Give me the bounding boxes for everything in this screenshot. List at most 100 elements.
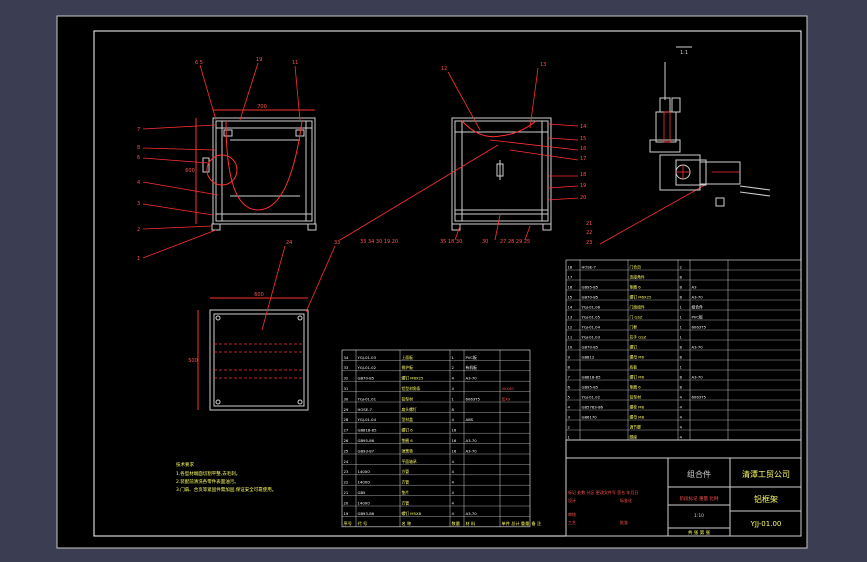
bom-cell: 门 GSZ xyxy=(630,314,643,319)
outer-sheet-frame xyxy=(56,15,808,549)
callout-21: 21 xyxy=(586,221,592,227)
bom-cell: GB70-85 xyxy=(582,344,599,349)
callout-4: 4 xyxy=(137,180,140,186)
title-block-standard: 标准化 xyxy=(620,497,632,503)
bom-cell: 门扇组件 xyxy=(630,304,645,309)
bom-cell: 螺钉 M6X25 xyxy=(402,376,425,381)
bom-cell: 33 xyxy=(344,365,349,370)
bom-cell: A3-70 xyxy=(692,344,704,349)
front-width-dim-text: 700 xyxy=(257,104,267,110)
bom-cell: 140X0 xyxy=(358,480,371,485)
bom-cell: 140X0 xyxy=(358,469,371,474)
bom-cell: 方管 xyxy=(402,500,410,505)
bom-cell: 6063T5 xyxy=(466,396,481,401)
bom-cell: 32 xyxy=(344,376,349,381)
bom-cell: YGJ-01.01 xyxy=(358,396,377,401)
bom-cell: A3-70 xyxy=(466,511,478,516)
callout-23: 23 xyxy=(586,240,592,246)
title-block-stage-label: 阶段标记 重量 比例 xyxy=(680,495,719,502)
notes-title: 技术要求 xyxy=(176,461,194,468)
title-block-mark-row: 标记 处数 分区 更改文件号 签名 年月日 xyxy=(568,489,638,495)
bom-cell: 30 xyxy=(344,396,349,401)
bom-cell: 组合件 xyxy=(692,304,704,309)
callout-33-34-30-19-20: 33 34 30 19 20 xyxy=(360,239,398,245)
title-block-process: 工艺 xyxy=(568,520,576,525)
bom-cell: 垫圈 6 xyxy=(630,284,642,289)
callout-30: 30 xyxy=(482,239,488,245)
bom-cell: 上面板 xyxy=(402,355,414,360)
bom-cell: 28 xyxy=(344,417,349,422)
callout-12: 12 xyxy=(441,66,447,72)
bom-header-cell: 数量 xyxy=(452,520,460,527)
bom-cell: 螺母 M8 xyxy=(630,414,645,419)
bom-cell: GB812 xyxy=(582,354,595,359)
bom-cell: 有机板 xyxy=(466,365,478,370)
bom-cell: 12 xyxy=(568,324,573,329)
title-block-approve: 批准 xyxy=(620,519,628,525)
bom-cell: 26 xyxy=(344,438,349,443)
callout-15: 15 xyxy=(580,136,586,142)
bom-cell: 18 xyxy=(568,264,573,269)
bom-cell: 型材盖 xyxy=(402,417,414,422)
bom-cell: 15 xyxy=(568,294,573,299)
bom-cell: 调节脚 xyxy=(630,424,642,429)
bom-header-cell: 单件 总计 重量 xyxy=(502,520,530,527)
bom-cell: 门框 xyxy=(630,324,638,329)
bom-cell: 垫片 xyxy=(402,490,410,495)
title-block-sheets: 共 张 第 张 xyxy=(688,529,711,536)
bom-cell: 27 xyxy=(344,428,349,433)
title-block-assembly-name: 铝框架 xyxy=(754,494,778,504)
title-block-drawing-number: YJJ-01.00 xyxy=(750,520,782,528)
callout-27-28-29-25: 27 28 29 25 xyxy=(500,239,530,245)
callout-3: 3 xyxy=(137,201,140,207)
bom-cell: 铝型材 xyxy=(630,394,642,399)
bom-cell: 40X40 xyxy=(502,386,515,391)
bom-cell: YGJ-01.02 xyxy=(358,365,377,370)
top-width-dim-text: 600 xyxy=(254,292,264,298)
bom-cell: 门合页 xyxy=(630,264,642,269)
bom-cell: HOSE-7 xyxy=(582,264,597,269)
title-block-design: 设计 xyxy=(568,497,576,503)
bom-cell: YGJ-01.06 xyxy=(582,304,601,309)
bom-header-cell: 名 称 xyxy=(402,520,412,527)
bom-cell: 16 xyxy=(452,428,457,433)
notes-line-3: 3.门扇、合页等紧固件需加固,保证安全可靠使用。 xyxy=(176,486,276,493)
bom-cell: 方管 xyxy=(402,469,410,474)
bom-cell: 24 xyxy=(344,459,349,464)
bom-cell: GB95-86 xyxy=(358,438,375,443)
bom-cell: 11 xyxy=(568,334,573,339)
bom-cell: YGJ-01.03 xyxy=(358,355,377,360)
callout-19: 19 xyxy=(256,57,262,63)
bom-cell: 31 xyxy=(344,386,349,391)
bom-cell: A3-70 xyxy=(466,438,478,443)
bom-cell: 29 xyxy=(344,407,349,412)
cad-drawing-canvas: 700 600 6 5 19 11 7 8 6 4 3 2 1 12 13 14… xyxy=(56,15,808,549)
bom-cell: 铝型材 xyxy=(402,396,414,401)
bom-cell: GB70-85 xyxy=(582,294,599,299)
bom-cell: 垫圈 6 xyxy=(630,384,642,389)
bom-cell: YGJ-01.03 xyxy=(582,334,601,339)
bom-cell: 扁头螺钉 xyxy=(402,407,417,412)
bom-cell: 螺钉 6 xyxy=(402,428,414,433)
title-block-review: 审核 xyxy=(568,511,576,517)
callout-11: 11 xyxy=(292,60,298,66)
bom-cell: GB6170 xyxy=(582,414,598,419)
bom-cell: 10 xyxy=(568,344,573,349)
callout-22: 22 xyxy=(586,230,592,236)
bom-cell: YGJ-01.05 xyxy=(582,314,601,319)
front-height-dim-text: 600 xyxy=(185,168,195,174)
callout-33b: 33 xyxy=(334,240,340,246)
bom-cell: 连接角件 xyxy=(630,274,645,279)
bom-header-cell: 备 注 xyxy=(532,520,543,527)
callout-6: 6 xyxy=(137,155,140,161)
title-block-scale: 1:10 xyxy=(694,513,704,519)
bom-cell: 21 xyxy=(344,490,349,495)
title-block-part-name: 组合件 xyxy=(687,469,711,479)
bom-cell: 螺栓 M8 xyxy=(630,404,645,409)
callout-13: 13 xyxy=(540,62,546,68)
bom-cell: GB818-85 xyxy=(582,374,602,379)
bom-cell: 螺钉 M6X25 xyxy=(630,294,653,299)
bom-cell: 螺钉 M6 xyxy=(630,374,645,379)
top-height-dim-text: 500 xyxy=(188,358,198,364)
bom-cell: 螺母 M6 xyxy=(630,354,645,359)
